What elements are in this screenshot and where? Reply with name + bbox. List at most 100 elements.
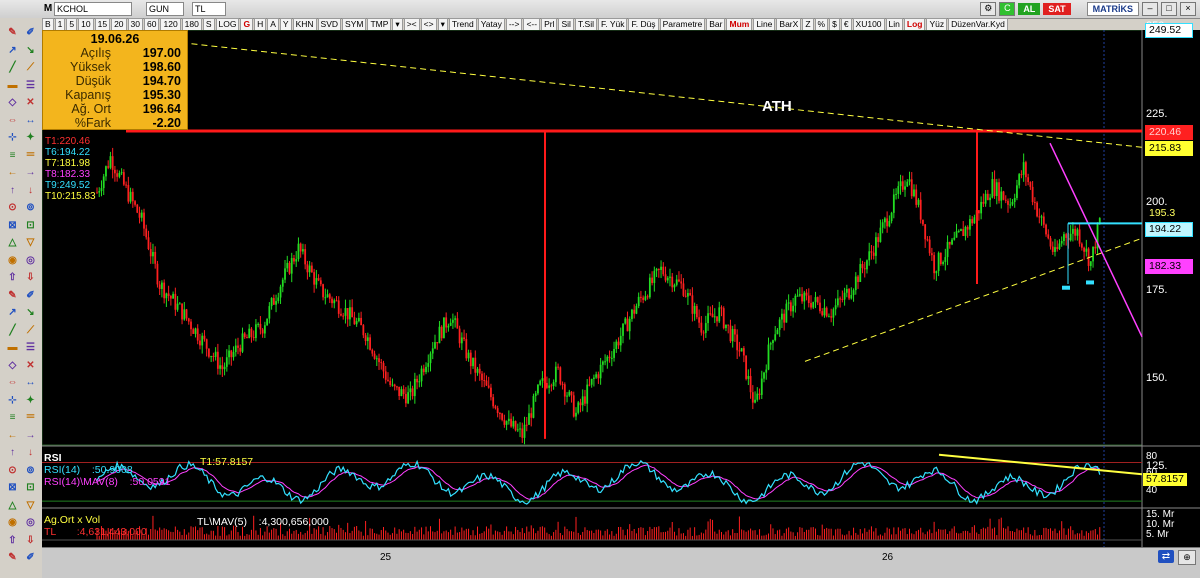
width-icon[interactable]: ⇔ <box>6 376 19 389</box>
target-icon[interactable]: ⊙ <box>6 464 19 477</box>
toolbar-button-35[interactable]: Mum <box>726 17 753 31</box>
cross-icon[interactable]: ✕ <box>24 96 37 109</box>
toolbar-button-7[interactable]: 60 <box>144 17 160 31</box>
toolbar-button-32[interactable]: F. Düş <box>628 17 659 31</box>
bullseye-icon[interactable]: ◎ <box>24 516 37 529</box>
bar-icon[interactable]: ▬ <box>6 79 19 92</box>
toolbar-button-12[interactable]: G <box>240 17 254 31</box>
bar-icon[interactable]: ▬ <box>6 341 19 354</box>
close-button[interactable]: × <box>1180 2 1196 16</box>
arrow-right-icon[interactable]: → <box>24 429 37 442</box>
toolbar-button-21[interactable]: >< <box>403 17 420 31</box>
horizontal-icon[interactable]: ↔ <box>24 376 37 389</box>
lines-icon[interactable]: ☰ <box>24 79 37 92</box>
line-icon[interactable]: ╱ <box>6 61 19 74</box>
price-chart-svg[interactable] <box>41 28 1200 547</box>
shift-up-icon[interactable]: ⇧ <box>6 271 19 284</box>
equal-icon[interactable]: ＝ <box>24 149 37 162</box>
toolbar-button-19[interactable]: TMP <box>367 17 392 31</box>
circle-icon[interactable]: ⊚ <box>24 464 37 477</box>
crosshair-icon[interactable]: ⊹ <box>6 394 19 407</box>
arrow-up-right-icon[interactable]: ↗ <box>6 306 19 319</box>
toolbar-button-15[interactable]: Y <box>279 17 292 31</box>
target-icon[interactable]: ⊙ <box>6 201 19 214</box>
period-dropdown[interactable]: GUN <box>146 2 184 16</box>
arrow-down-right-icon[interactable]: ↘ <box>24 306 37 319</box>
toolbar-button-31[interactable]: F. Yük <box>598 17 628 31</box>
toolbar-button-2[interactable]: 5 <box>66 17 78 31</box>
toolbar-button-42[interactable]: XU100 <box>852 17 885 31</box>
pen-icon[interactable]: ✎ <box>6 551 19 564</box>
radio-icon[interactable]: ◉ <box>6 516 19 529</box>
triangle-down-icon[interactable]: ▽ <box>24 499 37 512</box>
equal-icon[interactable]: ＝ <box>24 411 37 424</box>
minimize-button[interactable]: – <box>1142 2 1158 16</box>
toolbar-button-20[interactable]: ▾ <box>392 17 403 31</box>
diamond-icon[interactable]: ◇ <box>6 96 19 109</box>
scroll-link-icon[interactable]: ⇄ <box>1158 550 1174 563</box>
toolbar-button-5[interactable]: 20 <box>111 17 127 31</box>
zoom-icon[interactable]: ⊕ <box>1178 550 1196 565</box>
toolbar-button-14[interactable]: A <box>267 17 279 31</box>
restore-button[interactable]: □ <box>1161 2 1177 16</box>
toolbar-button-6[interactable]: 30 <box>127 17 144 31</box>
toolbar-button-18[interactable]: SYM <box>342 17 367 31</box>
toolbar-button-37[interactable]: BarX <box>776 17 802 31</box>
toolbar-button-11[interactable]: LOG <box>215 17 240 31</box>
arrow-down-icon[interactable]: ↓ <box>24 446 37 459</box>
toolbar-button-1[interactable]: 1 <box>54 17 66 31</box>
symbol-dropdown[interactable]: KCHOL <box>54 2 132 16</box>
toolbar-button-40[interactable]: $ <box>829 17 840 31</box>
toolbar-button-10[interactable]: S <box>202 17 215 31</box>
toolbar-button-9[interactable]: 180 <box>181 17 202 31</box>
arrow-up-right-icon[interactable]: ↗ <box>6 44 19 57</box>
circle-icon[interactable]: ⊚ <box>24 201 37 214</box>
toolbar-button-22[interactable]: <> <box>420 17 437 31</box>
cross-icon[interactable]: ✕ <box>24 359 37 372</box>
toolbar-button-44[interactable]: Log <box>903 17 926 31</box>
triangle-down-icon[interactable]: ▽ <box>24 236 37 249</box>
width-icon[interactable]: ⇔ <box>6 114 19 127</box>
toolbar-button-33[interactable]: Parametre <box>659 17 706 31</box>
box-x-icon[interactable]: ⊠ <box>6 481 19 494</box>
star-icon[interactable]: ✦ <box>24 394 37 407</box>
toolbar-button-0[interactable]: B <box>42 17 54 31</box>
currency-dropdown[interactable]: TL <box>192 2 226 16</box>
sync-icon[interactable]: C <box>999 2 1016 16</box>
toolbar-button-45[interactable]: Yüz <box>926 17 948 31</box>
toolbar-button-27[interactable]: <-- <box>523 17 541 31</box>
pen-icon[interactable]: ✎ <box>6 26 19 39</box>
buy-status[interactable]: AL <box>1018 3 1041 15</box>
toolbar-button-28[interactable]: Prl <box>541 17 558 31</box>
toolbar-button-38[interactable]: Z <box>802 17 814 31</box>
toolbar-button-23[interactable]: ▾ <box>437 17 448 31</box>
shift-up-icon[interactable]: ⇧ <box>6 534 19 547</box>
arrow-left-icon[interactable]: ← <box>6 166 19 179</box>
arrow-up-icon[interactable]: ↑ <box>6 446 19 459</box>
pencil-icon[interactable]: ✐ <box>24 289 37 302</box>
bullseye-icon[interactable]: ◎ <box>24 254 37 267</box>
arrow-down-right-icon[interactable]: ↘ <box>24 44 37 57</box>
box-x-icon[interactable]: ⊠ <box>6 219 19 232</box>
triangle-up-icon[interactable]: △ <box>6 499 19 512</box>
arrow-down-icon[interactable]: ↓ <box>24 184 37 197</box>
toolbar-button-29[interactable]: Sil <box>558 17 574 31</box>
crosshair-icon[interactable]: ⊹ <box>6 131 19 144</box>
toolbar-button-25[interactable]: Yatay <box>477 17 505 31</box>
pencil-icon[interactable]: ✐ <box>24 26 37 39</box>
toolbar-button-26[interactable]: --> <box>505 17 523 31</box>
toolbar-button-34[interactable]: Bar <box>706 17 726 31</box>
star-icon[interactable]: ✦ <box>24 131 37 144</box>
pen-icon[interactable]: ✎ <box>6 289 19 302</box>
toolbar-button-4[interactable]: 15 <box>94 17 111 31</box>
trend-icon[interactable]: ⟋ <box>24 61 37 74</box>
toolbar-button-39[interactable]: % <box>814 17 829 31</box>
toolbar-button-3[interactable]: 10 <box>78 17 94 31</box>
arrow-right-icon[interactable]: → <box>24 166 37 179</box>
toolbar-button-41[interactable]: € <box>840 17 852 31</box>
trend-icon[interactable]: ⟋ <box>24 324 37 337</box>
box-icon[interactable]: ⊡ <box>24 481 37 494</box>
diamond-icon[interactable]: ◇ <box>6 359 19 372</box>
toolbar-button-36[interactable]: Line <box>753 17 776 31</box>
arrow-left-icon[interactable]: ← <box>6 429 19 442</box>
